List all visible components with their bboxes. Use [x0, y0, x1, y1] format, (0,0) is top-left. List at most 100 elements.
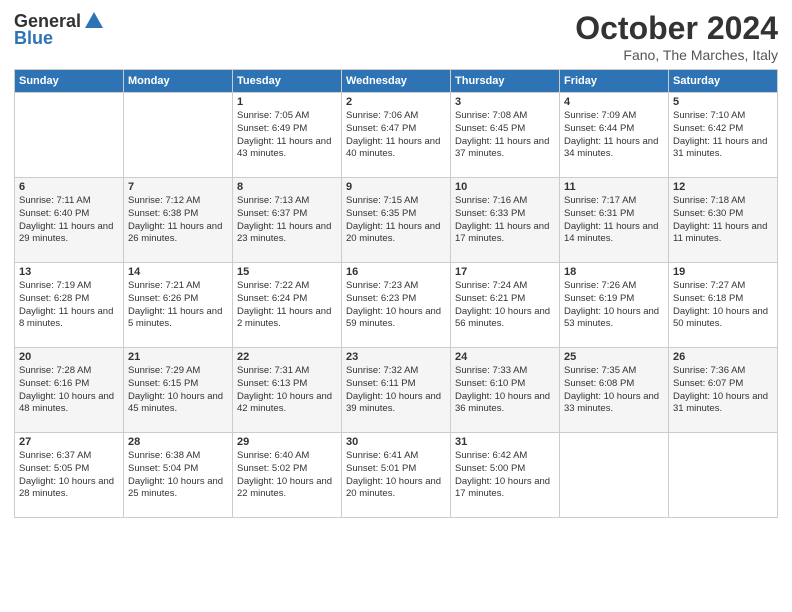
daylight: Daylight: 11 hours and 17 minutes.: [455, 221, 549, 245]
logo-icon: [83, 10, 105, 32]
day-info: Sunrise: 7:19 AM Sunset: 6:28 PM Dayligh…: [19, 280, 119, 331]
day-info: Sunrise: 6:41 AM Sunset: 5:01 PM Dayligh…: [346, 450, 446, 501]
daylight: Daylight: 10 hours and 50 minutes.: [673, 306, 768, 330]
sunrise: Sunrise: 7:22 AM: [237, 280, 309, 291]
day-info: Sunrise: 7:16 AM Sunset: 6:33 PM Dayligh…: [455, 195, 555, 246]
sunset: Sunset: 6:31 PM: [564, 208, 634, 219]
daylight: Daylight: 10 hours and 48 minutes.: [19, 391, 114, 415]
sunrise: Sunrise: 7:10 AM: [673, 110, 745, 121]
sunset: Sunset: 6:08 PM: [564, 378, 634, 389]
daylight: Daylight: 11 hours and 14 minutes.: [564, 221, 658, 245]
day-number: 13: [19, 266, 119, 278]
day-info: Sunrise: 7:33 AM Sunset: 6:10 PM Dayligh…: [455, 365, 555, 416]
day-info: Sunrise: 7:35 AM Sunset: 6:08 PM Dayligh…: [564, 365, 664, 416]
sunset: Sunset: 6:37 PM: [237, 208, 307, 219]
col-friday: Friday: [560, 70, 669, 93]
day-info: Sunrise: 7:15 AM Sunset: 6:35 PM Dayligh…: [346, 195, 446, 246]
day-info: Sunrise: 7:08 AM Sunset: 6:45 PM Dayligh…: [455, 110, 555, 161]
col-wednesday: Wednesday: [342, 70, 451, 93]
sunset: Sunset: 6:33 PM: [455, 208, 525, 219]
daylight: Daylight: 10 hours and 59 minutes.: [346, 306, 441, 330]
sunrise: Sunrise: 7:05 AM: [237, 110, 309, 121]
sunset: Sunset: 6:24 PM: [237, 293, 307, 304]
sunset: Sunset: 6:35 PM: [346, 208, 416, 219]
day-info: Sunrise: 7:24 AM Sunset: 6:21 PM Dayligh…: [455, 280, 555, 331]
day-info: Sunrise: 7:05 AM Sunset: 6:49 PM Dayligh…: [237, 110, 337, 161]
calendar-cell-0-0: [15, 93, 124, 178]
sunset: Sunset: 6:30 PM: [673, 208, 743, 219]
calendar-cell-2-6: 19 Sunrise: 7:27 AM Sunset: 6:18 PM Dayl…: [669, 263, 778, 348]
header: General Blue October 2024 Fano, The Marc…: [14, 10, 778, 63]
daylight: Daylight: 10 hours and 53 minutes.: [564, 306, 659, 330]
col-thursday: Thursday: [451, 70, 560, 93]
calendar-cell-4-6: [669, 433, 778, 518]
sunrise: Sunrise: 7:33 AM: [455, 365, 527, 376]
day-number: 29: [237, 436, 337, 448]
sunrise: Sunrise: 7:31 AM: [237, 365, 309, 376]
calendar-cell-2-2: 15 Sunrise: 7:22 AM Sunset: 6:24 PM Dayl…: [233, 263, 342, 348]
daylight: Daylight: 10 hours and 20 minutes.: [346, 476, 441, 500]
calendar-cell-4-2: 29 Sunrise: 6:40 AM Sunset: 5:02 PM Dayl…: [233, 433, 342, 518]
sunset: Sunset: 6:26 PM: [128, 293, 198, 304]
calendar-cell-1-4: 10 Sunrise: 7:16 AM Sunset: 6:33 PM Dayl…: [451, 178, 560, 263]
day-info: Sunrise: 7:27 AM Sunset: 6:18 PM Dayligh…: [673, 280, 773, 331]
calendar-week-4: 27 Sunrise: 6:37 AM Sunset: 5:05 PM Dayl…: [15, 433, 778, 518]
daylight: Daylight: 11 hours and 37 minutes.: [455, 136, 549, 160]
location: Fano, The Marches, Italy: [575, 47, 778, 63]
day-info: Sunrise: 7:06 AM Sunset: 6:47 PM Dayligh…: [346, 110, 446, 161]
sunset: Sunset: 6:45 PM: [455, 123, 525, 134]
daylight: Daylight: 10 hours and 31 minutes.: [673, 391, 768, 415]
daylight: Daylight: 11 hours and 29 minutes.: [19, 221, 113, 245]
sunset: Sunset: 6:07 PM: [673, 378, 743, 389]
day-number: 9: [346, 181, 446, 193]
calendar-cell-0-1: [124, 93, 233, 178]
sunrise: Sunrise: 7:13 AM: [237, 195, 309, 206]
calendar-cell-1-5: 11 Sunrise: 7:17 AM Sunset: 6:31 PM Dayl…: [560, 178, 669, 263]
sunset: Sunset: 6:13 PM: [237, 378, 307, 389]
title-area: October 2024 Fano, The Marches, Italy: [575, 10, 778, 63]
day-info: Sunrise: 6:38 AM Sunset: 5:04 PM Dayligh…: [128, 450, 228, 501]
day-number: 26: [673, 351, 773, 363]
header-row: Sunday Monday Tuesday Wednesday Thursday…: [15, 70, 778, 93]
sunrise: Sunrise: 7:09 AM: [564, 110, 636, 121]
daylight: Daylight: 10 hours and 28 minutes.: [19, 476, 114, 500]
calendar-cell-3-3: 23 Sunrise: 7:32 AM Sunset: 6:11 PM Dayl…: [342, 348, 451, 433]
day-number: 19: [673, 266, 773, 278]
calendar-cell-0-6: 5 Sunrise: 7:10 AM Sunset: 6:42 PM Dayli…: [669, 93, 778, 178]
calendar-cell-3-1: 21 Sunrise: 7:29 AM Sunset: 6:15 PM Dayl…: [124, 348, 233, 433]
col-saturday: Saturday: [669, 70, 778, 93]
day-number: 5: [673, 96, 773, 108]
day-number: 28: [128, 436, 228, 448]
sunset: Sunset: 5:01 PM: [346, 463, 416, 474]
day-info: Sunrise: 7:13 AM Sunset: 6:37 PM Dayligh…: [237, 195, 337, 246]
sunrise: Sunrise: 7:19 AM: [19, 280, 91, 291]
sunrise: Sunrise: 7:24 AM: [455, 280, 527, 291]
daylight: Daylight: 10 hours and 22 minutes.: [237, 476, 332, 500]
calendar-cell-3-4: 24 Sunrise: 7:33 AM Sunset: 6:10 PM Dayl…: [451, 348, 560, 433]
day-number: 30: [346, 436, 446, 448]
calendar-cell-1-0: 6 Sunrise: 7:11 AM Sunset: 6:40 PM Dayli…: [15, 178, 124, 263]
sunrise: Sunrise: 6:37 AM: [19, 450, 91, 461]
daylight: Daylight: 11 hours and 5 minutes.: [128, 306, 222, 330]
calendar-cell-4-3: 30 Sunrise: 6:41 AM Sunset: 5:01 PM Dayl…: [342, 433, 451, 518]
day-info: Sunrise: 6:40 AM Sunset: 5:02 PM Dayligh…: [237, 450, 337, 501]
sunset: Sunset: 5:04 PM: [128, 463, 198, 474]
sunset: Sunset: 6:38 PM: [128, 208, 198, 219]
sunrise: Sunrise: 7:36 AM: [673, 365, 745, 376]
sunrise: Sunrise: 7:29 AM: [128, 365, 200, 376]
calendar-cell-4-1: 28 Sunrise: 6:38 AM Sunset: 5:04 PM Dayl…: [124, 433, 233, 518]
daylight: Daylight: 11 hours and 31 minutes.: [673, 136, 767, 160]
sunset: Sunset: 6:47 PM: [346, 123, 416, 134]
daylight: Daylight: 11 hours and 43 minutes.: [237, 136, 331, 160]
calendar-cell-3-6: 26 Sunrise: 7:36 AM Sunset: 6:07 PM Dayl…: [669, 348, 778, 433]
sunset: Sunset: 6:15 PM: [128, 378, 198, 389]
calendar-cell-4-0: 27 Sunrise: 6:37 AM Sunset: 5:05 PM Dayl…: [15, 433, 124, 518]
sunrise: Sunrise: 6:40 AM: [237, 450, 309, 461]
sunset: Sunset: 6:49 PM: [237, 123, 307, 134]
calendar-cell-2-0: 13 Sunrise: 7:19 AM Sunset: 6:28 PM Dayl…: [15, 263, 124, 348]
day-number: 1: [237, 96, 337, 108]
calendar-cell-3-0: 20 Sunrise: 7:28 AM Sunset: 6:16 PM Dayl…: [15, 348, 124, 433]
day-number: 17: [455, 266, 555, 278]
sunrise: Sunrise: 7:08 AM: [455, 110, 527, 121]
day-info: Sunrise: 7:18 AM Sunset: 6:30 PM Dayligh…: [673, 195, 773, 246]
